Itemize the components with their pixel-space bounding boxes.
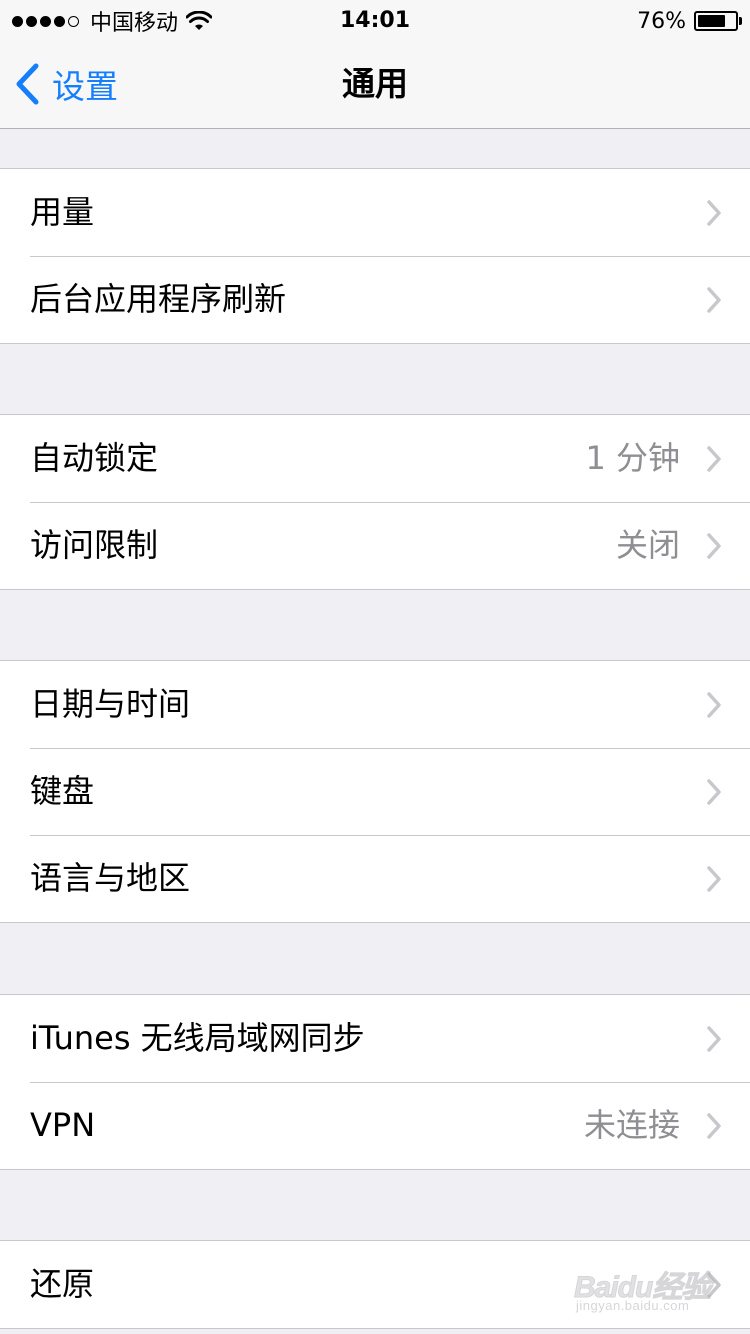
status-bar-right: 76%	[637, 4, 742, 38]
list-item-value: 未连接	[583, 1106, 680, 1144]
chevron-right-icon	[707, 866, 721, 892]
settings-group-lock: 自动锁定 1 分钟 访问限制 关闭	[0, 414, 750, 590]
settings-group-usage: 用量 后台应用程序刷新	[0, 168, 750, 344]
list-item-label: 访问限制	[30, 526, 159, 564]
battery-level-fill	[698, 15, 725, 27]
list-item-label: 自动锁定	[30, 439, 159, 477]
list-item-label: 用量	[30, 193, 95, 231]
chevron-right-icon	[707, 533, 721, 559]
chevron-right-icon	[707, 1113, 721, 1139]
navigation-bar: 设置 通用	[0, 40, 750, 129]
list-item-date-time[interactable]: 日期与时间	[0, 661, 750, 748]
list-item-label: 语言与地区	[30, 859, 191, 897]
list-item-vpn[interactable]: VPN 未连接	[0, 1082, 750, 1169]
chevron-right-icon	[707, 779, 721, 805]
list-item-label: iTunes 无线局域网同步	[30, 1019, 365, 1057]
list-item-label: 后台应用程序刷新	[30, 280, 287, 318]
chevron-right-icon	[707, 1026, 721, 1052]
chevron-right-icon	[707, 446, 721, 472]
battery-percent: 76%	[637, 8, 686, 34]
list-item-usage[interactable]: 用量	[0, 169, 750, 256]
settings-group-reset: 还原	[0, 1240, 750, 1329]
settings-group-locale: 日期与时间 键盘 语言与地区	[0, 660, 750, 923]
list-item-label: 日期与时间	[30, 685, 191, 723]
list-item-restrictions[interactable]: 访问限制 关闭	[0, 502, 750, 589]
chevron-right-icon	[707, 692, 721, 718]
list-item-label: 还原	[30, 1265, 95, 1303]
status-bar: 中国移动 14:01 76%	[0, 0, 750, 40]
chevron-right-icon	[707, 287, 721, 313]
list-item-label: VPN	[30, 1106, 96, 1144]
list-item-language-region[interactable]: 语言与地区	[0, 835, 750, 922]
list-item-value: 关闭	[615, 526, 680, 564]
page-title: 通用	[342, 64, 408, 103]
chevron-right-icon	[707, 200, 721, 226]
chevron-right-icon	[707, 1272, 721, 1298]
battery-icon	[694, 11, 742, 31]
list-item-itunes-wifi-sync[interactable]: iTunes 无线局域网同步	[0, 995, 750, 1082]
list-item-auto-lock[interactable]: 自动锁定 1 分钟	[0, 415, 750, 502]
list-item-background-app-refresh[interactable]: 后台应用程序刷新	[0, 256, 750, 343]
list-item-reset[interactable]: 还原	[0, 1241, 750, 1328]
list-item-keyboard[interactable]: 键盘	[0, 748, 750, 835]
list-item-value: 1 分钟	[585, 439, 680, 477]
settings-group-network: iTunes 无线局域网同步 VPN 未连接	[0, 994, 750, 1170]
list-item-label: 键盘	[30, 772, 95, 810]
